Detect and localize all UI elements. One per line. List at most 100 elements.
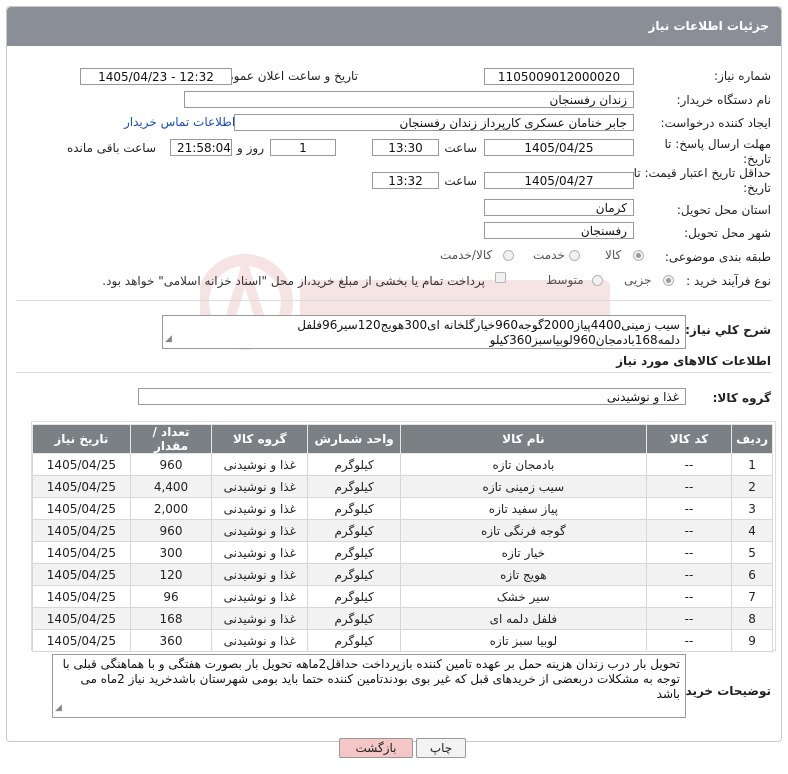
cell-quantity: 96 xyxy=(129,585,213,608)
buyer-label: نام دستگاه خریدار: xyxy=(676,93,772,107)
cell-quantity: 2,000 xyxy=(129,497,213,520)
col-header-name: نام کالا xyxy=(399,424,647,454)
creator-label: ایجاد کننده درخواست: xyxy=(660,116,771,130)
category-option-goods-service: کالا/خدمت xyxy=(440,248,493,262)
cell-group: غذا و نوشیدنی xyxy=(211,585,309,608)
cell-unit: کیلوگرم xyxy=(307,629,401,652)
buyer-notes-textarea[interactable]: تحویل بار درب زندان هزینه حمل بر عهده تا… xyxy=(52,654,686,718)
cell-row-number: 9 xyxy=(731,629,773,652)
cell-row-number: 6 xyxy=(731,563,773,586)
table-header-row: ردیف کد کالا نام کالا واحد شمارش گروه کا… xyxy=(32,424,773,454)
cell-code: -- xyxy=(645,497,733,520)
cell-group: غذا و نوشیدنی xyxy=(211,607,309,630)
cell-quantity: 168 xyxy=(129,607,213,630)
buyer-field[interactable]: زندان رفسنجان xyxy=(184,91,634,108)
panel-title: جزئیات اطلاعات نیاز xyxy=(648,19,769,33)
cell-unit: کیلوگرم xyxy=(307,497,401,520)
table-row: 2 -- سیب زمینی تازه کیلوگرم غذا و نوشیدن… xyxy=(32,475,773,498)
goods-group-field[interactable]: غذا و نوشیدنی xyxy=(138,388,686,405)
category-radio-goods-service[interactable] xyxy=(503,250,514,261)
deadline-date-field[interactable]: 1405/04/25 xyxy=(484,139,634,156)
validity-date-field[interactable]: 1405/04/27 xyxy=(484,172,634,189)
summary-textarea[interactable]: سیب زمینی4400پیاز2000گوجه960خیارگلخانه ا… xyxy=(162,315,686,349)
cell-name: سیب زمینی تازه xyxy=(399,475,647,498)
print-button[interactable]: چاپ xyxy=(416,738,466,758)
divider xyxy=(16,300,772,301)
cell-name: لوبیا سبز تازه xyxy=(399,629,647,652)
cell-code: -- xyxy=(645,563,733,586)
summary-label: شرح کلي نياز: xyxy=(685,323,771,337)
cell-unit: کیلوگرم xyxy=(307,475,401,498)
cell-date: 1405/04/25 xyxy=(32,497,131,520)
cell-date: 1405/04/25 xyxy=(32,519,131,542)
col-header-code: کد کالا xyxy=(645,424,733,454)
cell-date: 1405/04/25 xyxy=(32,453,131,476)
cell-name: فلفل دلمه ای xyxy=(399,607,647,630)
cell-code: -- xyxy=(645,607,733,630)
deadline-time-field[interactable]: 13:30 xyxy=(372,139,439,156)
city-field[interactable]: رفسنجان xyxy=(484,222,634,239)
purchase-option-medium: متوسط xyxy=(546,273,584,287)
col-header-date: تاریخ نیاز xyxy=(32,424,131,454)
cell-unit: کیلوگرم xyxy=(307,519,401,542)
category-option-service: خدمت xyxy=(533,248,565,262)
cell-date: 1405/04/25 xyxy=(32,563,131,586)
validity-time-field[interactable]: 13:32 xyxy=(372,172,439,189)
col-header-group: گروه کالا xyxy=(211,424,309,454)
cell-name: هویج تازه xyxy=(399,563,647,586)
cell-unit: کیلوگرم xyxy=(307,585,401,608)
category-radio-service[interactable] xyxy=(569,250,580,261)
summary-text: سیب زمینی4400پیاز2000گوجه960خیارگلخانه ا… xyxy=(297,318,680,347)
province-label: استان محل تحویل: xyxy=(676,203,771,217)
cell-group: غذا و نوشیدنی xyxy=(211,497,309,520)
category-option-goods: کالا xyxy=(605,248,622,262)
cell-code: -- xyxy=(645,541,733,564)
cell-row-number: 5 xyxy=(731,541,773,564)
divider xyxy=(16,372,772,373)
cell-row-number: 1 xyxy=(731,453,773,476)
table-row: 1 -- بادمجان تازه کیلوگرم غذا و نوشیدنی … xyxy=(32,453,773,476)
cell-name: سیر خشک xyxy=(399,585,647,608)
announce-label: تاریخ و ساعت اعلان عمومی: xyxy=(213,69,358,83)
back-button[interactable]: بازگشت xyxy=(339,738,413,758)
remaining-time-field[interactable]: 21:58:04 xyxy=(170,139,232,156)
table-row: 3 -- پیاز سفید تازه کیلوگرم غذا و نوشیدن… xyxy=(32,497,773,520)
cell-quantity: 960 xyxy=(129,453,213,476)
validity-time-label: ساعت xyxy=(444,174,477,188)
category-radio-goods[interactable] xyxy=(633,250,644,261)
cell-group: غذا و نوشیدنی xyxy=(211,629,309,652)
cell-name: گوجه فرنگی تازه xyxy=(399,519,647,542)
cell-name: پیاز سفید تازه xyxy=(399,497,647,520)
cell-quantity: 4,400 xyxy=(129,475,213,498)
table-row: 8 -- فلفل دلمه ای کیلوگرم غذا و نوشیدنی … xyxy=(32,607,773,630)
cell-quantity: 120 xyxy=(129,563,213,586)
cell-code: -- xyxy=(645,585,733,608)
resize-grip-icon[interactable]: ◢ xyxy=(55,701,62,716)
table-row: 5 -- خیار تازه کیلوگرم غذا و نوشیدنی 300… xyxy=(32,541,773,564)
city-label: شهر محل تحویل: xyxy=(684,226,771,240)
cell-quantity: 360 xyxy=(129,629,213,652)
cell-date: 1405/04/25 xyxy=(32,475,131,498)
table-row: 7 -- سیر خشک کیلوگرم غذا و نوشیدنی 96 14… xyxy=(32,585,773,608)
cell-unit: کیلوگرم xyxy=(307,541,401,564)
cell-row-number: 3 xyxy=(731,497,773,520)
goods-group-label: گروه کالا: xyxy=(712,391,771,405)
deadline-days-field[interactable]: 1 xyxy=(270,139,336,156)
deadline-label: مهلت ارسال پاسخ: تا تاریخ: xyxy=(664,137,771,166)
table-row: 9 -- لوبیا سبز تازه کیلوگرم غذا و نوشیدن… xyxy=(32,629,773,652)
cell-group: غذا و نوشیدنی xyxy=(211,453,309,476)
goods-info-title: اطلاعات کالاهای مورد نیاز xyxy=(616,354,771,368)
need-number-field[interactable]: 1105009012000020 xyxy=(484,68,634,85)
remaining-label: ساعت باقی مانده xyxy=(66,141,156,155)
purchase-radio-minor[interactable] xyxy=(663,275,674,286)
announce-field[interactable]: 1405/04/23 - 12:32 xyxy=(80,68,232,85)
treasury-payment-note: پرداخت تمام یا بخشی از مبلغ خرید،از محل … xyxy=(102,274,485,288)
purchase-radio-medium[interactable] xyxy=(592,275,603,286)
treasury-payment-checkbox[interactable] xyxy=(495,272,506,283)
resize-grip-icon[interactable]: ◢ xyxy=(165,332,172,347)
cell-row-number: 8 xyxy=(731,607,773,630)
province-field[interactable]: کرمان xyxy=(484,199,634,216)
validity-label: حداقل تاریخ اعتبار قیمت: تا تاریخ: xyxy=(633,166,771,195)
creator-field[interactable]: جابر خنامان عسکری کارپرداز زندان رفسنجان xyxy=(234,114,634,131)
contact-info-link[interactable]: اطلاعات تماس خریدار xyxy=(124,115,235,129)
